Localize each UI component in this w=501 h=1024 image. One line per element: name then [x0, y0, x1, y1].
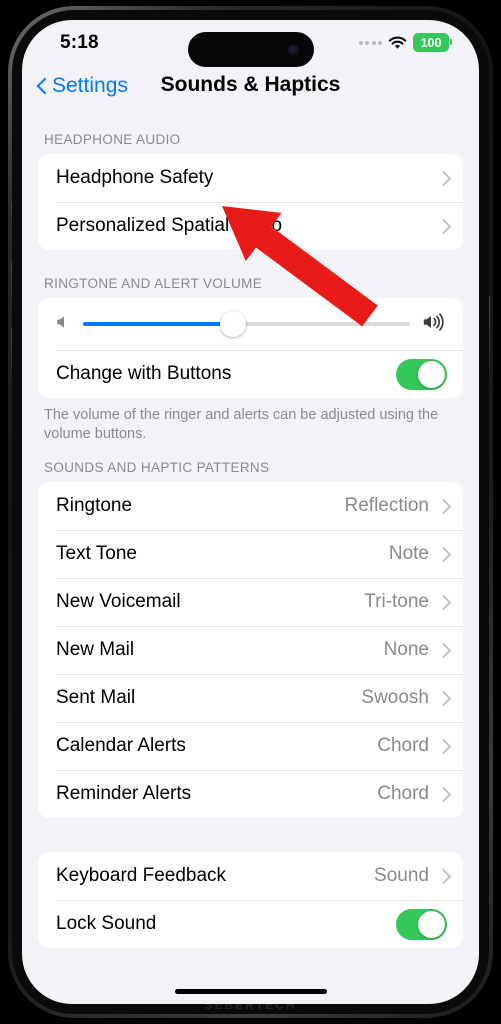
watermark-label: SEBERTECH: [204, 998, 297, 1012]
chevron-right-icon: [438, 690, 447, 706]
chevron-left-icon: [36, 77, 47, 96]
chevron-right-icon: [438, 738, 447, 754]
phone-screen: 5:18 100 Settings Sounds & Haptics HEADP…: [22, 20, 479, 1004]
row-ringtone[interactable]: Ringtone Reflection: [38, 482, 463, 530]
row-text-tone[interactable]: Text Tone Note: [38, 530, 463, 578]
row-accessory: Sound: [374, 865, 447, 887]
section-card-headphone-audio: Headphone Safety Personalized Spatial Au…: [38, 154, 463, 250]
row-label: New Mail: [56, 639, 135, 661]
toggle-knob: [418, 360, 445, 388]
section-card-keyboard-lock: Keyboard Feedback Sound Lock Sound: [38, 852, 463, 949]
status-time: 5:18: [60, 32, 99, 53]
row-personalized-spatial-audio[interactable]: Personalized Spatial Audio: [38, 202, 463, 250]
page-title: Sounds & Haptics: [160, 73, 341, 96]
row-keyboard-feedback[interactable]: Keyboard Feedback Sound: [38, 852, 463, 900]
wifi-icon: [388, 36, 407, 50]
chevron-right-icon: [438, 546, 447, 562]
status-bar: 5:18 100: [22, 20, 479, 70]
settings-list: HEADPHONE AUDIO Headphone Safety Persona…: [22, 116, 479, 949]
row-change-with-buttons[interactable]: Change with Buttons: [38, 350, 463, 398]
row-volume-slider[interactable]: [38, 298, 463, 350]
back-button-label: Settings: [52, 74, 128, 97]
row-accessory: Chord: [377, 735, 447, 757]
volume-slider-track[interactable]: [83, 311, 410, 337]
chevron-right-icon: [438, 786, 447, 802]
row-value: Chord: [377, 783, 429, 805]
chevron-right-icon: [438, 594, 447, 610]
row-value: Sound: [374, 865, 429, 887]
row-label: Keyboard Feedback: [56, 865, 227, 887]
section-card-ringtone-volume: Change with Buttons: [38, 298, 463, 398]
home-indicator[interactable]: [174, 989, 327, 994]
row-label: Change with Buttons: [56, 363, 232, 384]
row-label: Ringtone: [56, 495, 133, 517]
back-button[interactable]: Settings: [36, 74, 128, 98]
lock-sound-toggle[interactable]: [396, 908, 447, 940]
volume-up-button[interactable]: [11, 262, 15, 314]
volume-down-button[interactable]: [11, 328, 15, 380]
silent-switch[interactable]: [11, 202, 15, 232]
battery-level-label: 100: [420, 35, 442, 50]
navigation-bar: Settings Sounds & Haptics: [22, 70, 479, 116]
row-new-voicemail[interactable]: New Voicemail Tri-tone: [38, 578, 463, 626]
chevron-right-icon: [438, 642, 447, 658]
row-accessory: Note: [389, 543, 447, 565]
row-accessory: Reflection: [345, 495, 448, 517]
row-accessory: Chord: [377, 783, 447, 805]
chevron-right-icon: [438, 170, 447, 186]
row-accessory: None: [384, 639, 447, 661]
row-sent-mail[interactable]: Sent Mail Swoosh: [38, 674, 463, 722]
section-header-ringtone-volume: RINGTONE AND ALERT VOLUME: [44, 276, 263, 291]
section-header-headphone-audio: HEADPHONE AUDIO: [44, 132, 181, 147]
volume-footnote: The volume of the ringer and alerts can …: [44, 407, 439, 443]
battery-indicator: 100: [413, 33, 452, 52]
row-label: Calendar Alerts: [56, 735, 186, 757]
row-label: Lock Sound: [56, 913, 157, 935]
row-reminder-alerts[interactable]: Reminder Alerts Chord: [38, 770, 463, 818]
volume-slider[interactable]: [54, 311, 447, 337]
row-value: Swoosh: [361, 687, 429, 709]
speaker-low-icon: [54, 313, 72, 336]
chevron-right-icon: [438, 868, 447, 884]
row-value: Note: [388, 543, 429, 565]
front-camera-icon: [287, 44, 299, 55]
change-with-buttons-toggle[interactable]: [396, 358, 447, 390]
row-accessory: Swoosh: [361, 687, 447, 709]
row-label: Headphone Safety: [56, 167, 214, 188]
row-label: New Voicemail: [56, 591, 181, 613]
chevron-right-icon: [438, 498, 447, 514]
row-label: Text Tone: [56, 543, 137, 565]
status-indicators: 100: [358, 33, 452, 52]
row-lock-sound[interactable]: Lock Sound: [38, 900, 463, 948]
row-calendar-alerts[interactable]: Calendar Alerts Chord: [38, 722, 463, 770]
screenshot-stage: 5:18 100 Settings Sounds & Haptics HEADP…: [0, 0, 501, 1024]
row-headphone-safety[interactable]: Headphone Safety: [38, 154, 463, 202]
row-label: Personalized Spatial Audio: [56, 215, 283, 236]
row-accessory: [438, 218, 447, 234]
row-value: None: [383, 639, 429, 661]
row-value: Reflection: [344, 495, 430, 517]
toggle-knob: [418, 910, 445, 938]
power-button[interactable]: [486, 296, 490, 378]
row-value: Chord: [377, 735, 429, 757]
section-header-sounds-haptic-patterns: SOUNDS AND HAPTIC PATTERNS: [44, 460, 270, 476]
row-label: Sent Mail: [56, 687, 136, 709]
row-new-mail[interactable]: New Mail None: [38, 626, 463, 674]
row-label: Reminder Alerts: [56, 783, 192, 805]
speaker-high-icon: [421, 312, 447, 337]
row-accessory: [438, 170, 447, 186]
section-card-sounds-haptic-patterns: Ringtone Reflection Text Tone Note New V…: [38, 482, 463, 819]
row-value: Tri-tone: [364, 591, 429, 613]
signal-dots-icon: [358, 40, 382, 45]
chevron-right-icon: [438, 218, 447, 234]
dynamic-island[interactable]: [187, 32, 314, 67]
row-accessory: Tri-tone: [364, 591, 447, 613]
volume-slider-thumb[interactable]: [220, 311, 247, 337]
volume-slider-fill: [83, 322, 234, 326]
